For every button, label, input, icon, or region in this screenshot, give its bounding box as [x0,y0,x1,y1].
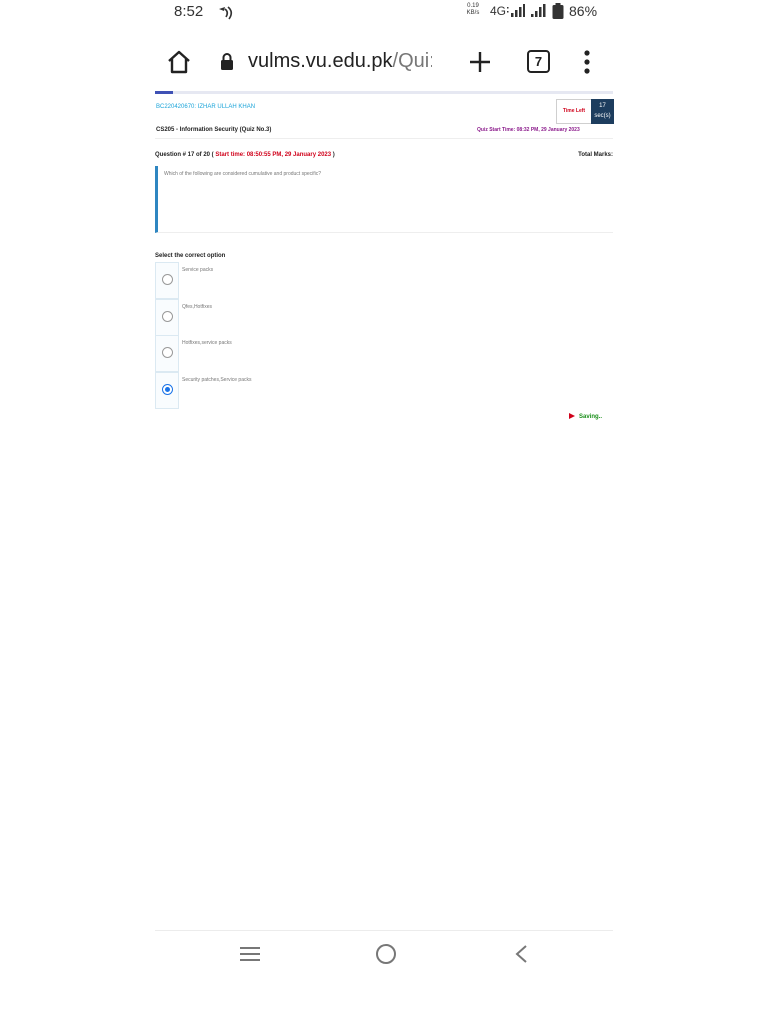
option-1[interactable]: Service packs [155,262,213,299]
saving-status: Saving.. [569,413,602,420]
divider [155,138,613,139]
tab-switcher-button[interactable]: 7 [527,50,550,73]
signal-bars-icon [507,4,525,17]
plus-icon[interactable] [467,49,493,75]
page-load-progress [155,91,613,94]
battery-percent: 86% [569,3,598,19]
option-radio[interactable] [162,384,173,396]
url-bar[interactable]: vulms.vu.edu.pk/Qui: [248,50,432,73]
option-label: Hotfixes,service packs [182,340,232,347]
status-time: 8:52 [174,3,204,20]
lock-icon[interactable] [220,53,234,70]
signal-bars-2-icon [531,4,546,17]
url-path: /Qui: [392,50,432,72]
option-radio[interactable] [162,274,173,285]
network-type: 4G [490,4,507,18]
option-4[interactable]: Security patches,Service packs [155,372,251,410]
question-number: Question # 17 of 20 ( Start time: 08:50:… [155,152,335,158]
browser-toolbar: vulms.vu.edu.pk/Qui: 7 [0,34,768,90]
time-left-box: Time Left 17 sec(s) [556,99,614,124]
net-speed: 0.19 KB/s [466,3,480,16]
page-load-progress-fill [155,91,174,94]
option-label: Service packs [182,267,214,273]
quiz-start-time: Quiz Start Time: 08:32 PM, 29 January 20… [477,127,580,133]
option-2[interactable]: Qfes,Hotfixes [155,298,212,336]
back-chevron-icon[interactable] [513,943,529,965]
more-vert-icon[interactable] [576,49,598,75]
course-title: CS205 - Information Security (Quiz No.3) [156,127,272,133]
question-start-time: Start time: 08:50:55 PM, 29 January 2023 [215,152,332,158]
home-icon[interactable] [165,48,193,76]
circle-home-icon[interactable] [375,943,397,965]
time-left-value: 17 sec(s) [591,99,614,124]
signal-notification-icon [219,6,233,20]
student-name: BC220420670: IZHAR ULLAH KHAN [156,104,256,110]
time-left-label: Time Left [557,100,591,123]
select-option-label: Select the correct option [155,253,226,259]
play-arrow-icon [569,413,575,419]
recents-icon[interactable] [239,944,261,964]
question-box: Which of the following are considered cu… [155,166,613,233]
option-radio[interactable] [162,347,173,359]
nav-divider [155,930,613,931]
status-bar: 8:52 0.19 KB/s 4G 86% [0,0,768,26]
option-label: Qfes,Hotfixes [182,303,213,310]
option-radio[interactable] [162,310,173,322]
battery-icon [552,3,564,19]
option-3[interactable]: Hotfixes,service packs [155,335,232,373]
total-marks: Total Marks: [578,152,613,158]
option-label: Security patches,Service packs [182,377,252,384]
url-host: vulms.vu.edu.pk [248,50,393,72]
question-text: Which of the following are considered cu… [164,171,322,177]
